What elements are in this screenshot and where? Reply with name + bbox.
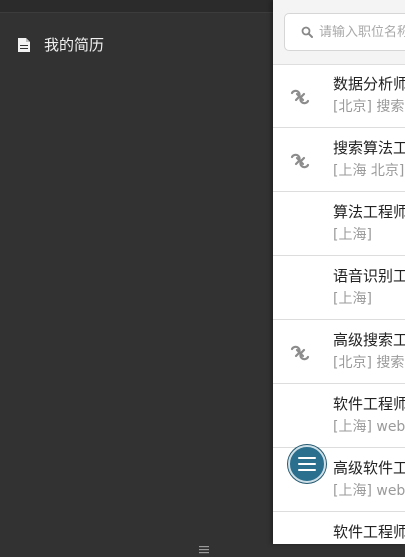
job-title: 搜索算法工程师 [333, 139, 405, 157]
search-icon [301, 26, 313, 38]
search-input[interactable] [319, 24, 405, 40]
sidebar-item-label: 我的简历 [44, 36, 105, 54]
job-location: [上海] [333, 291, 372, 307]
job-list-item[interactable]: 软件工程师 [上海] web [273, 384, 405, 448]
job-location: [上海] web [333, 483, 405, 499]
drag-handle-icon[interactable] [199, 546, 209, 554]
job-list-item[interactable]: 搜索算法工程师 [上海 北京] [273, 128, 405, 192]
search-bar [273, 0, 405, 65]
job-location: [北京] 搜索 [333, 355, 405, 371]
sidebar-item-resume[interactable]: 我的简历 [18, 33, 104, 57]
link-icon [290, 153, 310, 169]
job-list-item[interactable]: 数据分析师 [北京] 搜索 [273, 64, 405, 128]
job-location: [上海 北京] [333, 163, 405, 179]
job-title: 数据分析师 [333, 75, 405, 93]
menu-fab-button[interactable] [288, 445, 326, 483]
job-list-item[interactable]: 高级搜索工程师 [北京] 搜索 [273, 320, 405, 384]
app-root: 我的简历 数据分析师 [北京] 搜索搜索算法工程师 [上海 北京] 算法工程师 [上海]… [0, 0, 405, 557]
job-list-item[interactable]: 软件工程师 [273, 512, 405, 544]
job-list-item[interactable]: 算法工程师 [上海] [273, 192, 405, 256]
job-title: 语音识别工程师 [333, 267, 405, 285]
job-title: 高级软件工程师 [333, 459, 405, 477]
job-location: [北京] 搜索 [333, 99, 405, 115]
job-title: 算法工程师 [333, 203, 405, 221]
search-box[interactable] [284, 13, 405, 51]
document-icon [18, 38, 30, 52]
menu-icon [298, 457, 316, 471]
job-title: 高级搜索工程师 [333, 331, 405, 349]
job-location: [上海] web [333, 419, 405, 435]
job-title: 软件工程师 [333, 523, 405, 541]
job-title: 软件工程师 [333, 395, 405, 413]
job-list-item[interactable]: 语音识别工程师 [上海] [273, 256, 405, 320]
link-icon [290, 89, 310, 105]
job-location: [上海] [333, 227, 372, 243]
link-icon [290, 345, 310, 361]
top-strip [0, 0, 280, 13]
